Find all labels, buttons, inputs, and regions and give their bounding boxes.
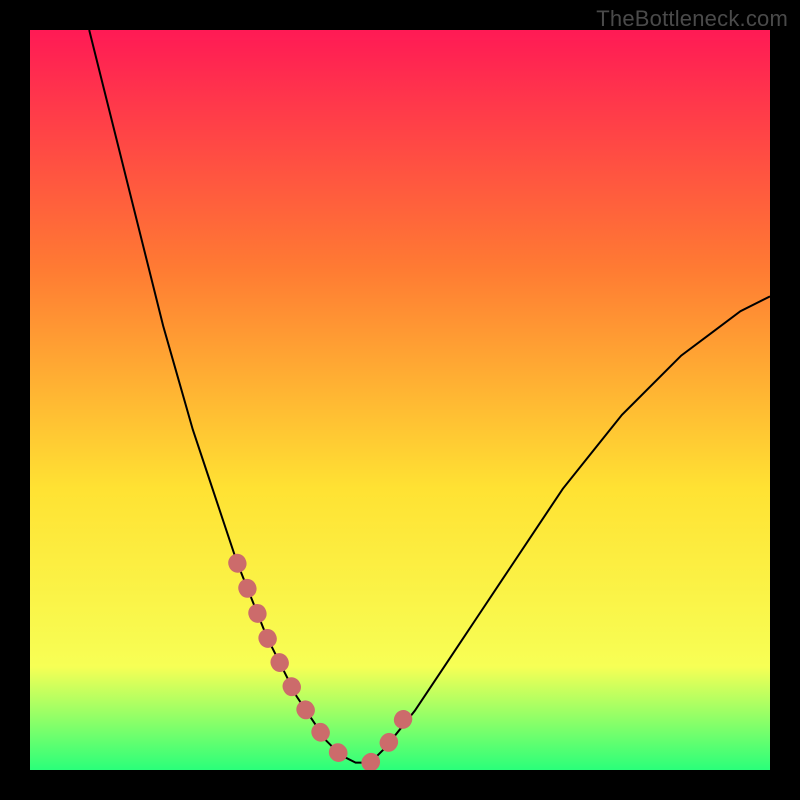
- chart-container: [30, 30, 770, 770]
- chart-background: [30, 30, 770, 770]
- bottleneck-chart: [30, 30, 770, 770]
- watermark-text: TheBottleneck.com: [596, 6, 788, 32]
